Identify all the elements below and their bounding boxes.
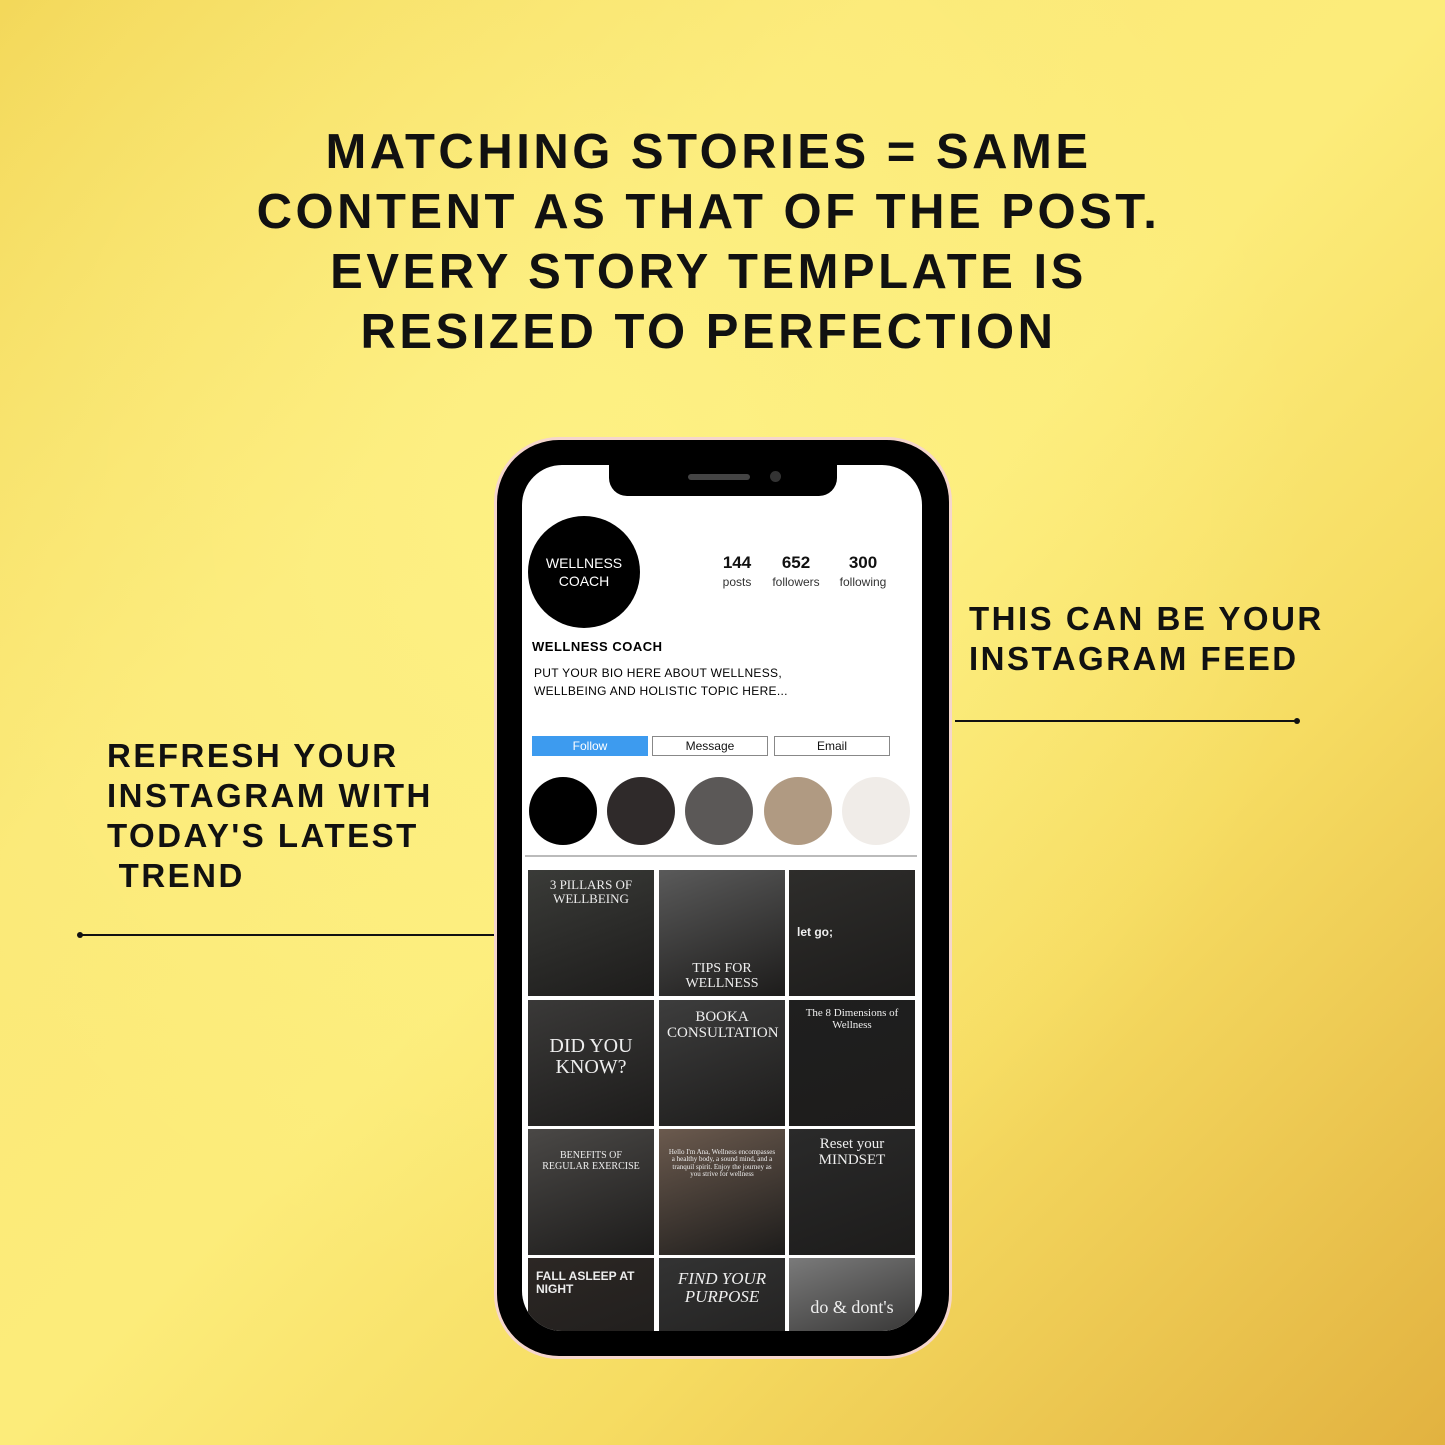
stat-value: 300 (848, 553, 878, 572)
email-button[interactable]: Email (774, 736, 890, 756)
tile-title: TIPS FOR WELLNESS (685, 961, 759, 991)
tile-title: Reset your MINDSET (818, 1136, 886, 1168)
right-pointer-dot (1294, 718, 1300, 724)
avatar-text: COACH (558, 573, 610, 589)
color-swatch[interactable] (842, 777, 910, 845)
tile-title: let go; (797, 925, 833, 939)
feed-post-tile[interactable]: 3 PILLARS OF WELLBEING (528, 870, 654, 996)
tile-title: FIND YOUR PURPOSE (677, 1269, 767, 1306)
tile-title: FALL ASLEEP AT NIGHT (536, 1269, 635, 1296)
stat-label: posts (722, 575, 752, 589)
color-swatch[interactable] (685, 777, 753, 845)
feed-post-tile[interactable]: FIND YOUR PURPOSE (659, 1258, 785, 1331)
feed-post-tile[interactable]: The 8 Dimensions of Wellness (789, 1000, 915, 1126)
stat-followers[interactable]: 652 followers (766, 553, 826, 591)
phone-notch (609, 465, 837, 496)
stat-label: following (839, 575, 887, 589)
tile-title: BOOKA CONSULTATION (667, 1009, 779, 1041)
bio-line: PUT YOUR BIO HERE ABOUT WELLNESS, (534, 666, 782, 680)
color-swatch[interactable] (529, 777, 597, 845)
headline-line: CONTENT AS THAT OF THE POST. (256, 185, 1161, 239)
headline-line: RESIZED TO PERFECTION (360, 305, 1057, 359)
tile-title: The 8 Dimensions of Wellness (805, 1007, 899, 1031)
tile-title: 3 PILLARS OF WELLBEING (549, 877, 633, 906)
feed-post-tile[interactable]: Hello I'm Ana, Wellness encompasses a he… (659, 1129, 785, 1255)
left-callout: REFRESH YOUR INSTAGRAM WITH TODAY'S LATE… (107, 737, 433, 894)
message-button[interactable]: Message (652, 736, 768, 756)
feed-post-tile[interactable]: do & dont's (789, 1258, 915, 1331)
color-swatch[interactable] (607, 777, 675, 845)
divider (525, 855, 917, 857)
feed-post-tile[interactable]: FALL ASLEEP AT NIGHT (528, 1258, 654, 1331)
profile-name: WELLNESS COACH (532, 639, 663, 654)
stat-posts[interactable]: 144 posts (717, 553, 757, 591)
feed-post-tile[interactable]: BENEFITS OF REGULAR EXERCISE (528, 1129, 654, 1255)
stat-value: 144 (722, 553, 752, 572)
left-pointer-dot (77, 932, 83, 938)
instagram-profile-screen: WELLNESS COACH 144 posts 652 followers 300… (522, 465, 922, 1331)
follow-button[interactable]: Follow (532, 736, 648, 756)
stat-value: 652 (781, 553, 811, 572)
tile-title: DID YOU KNOW? (549, 1035, 633, 1078)
profile-bio: PUT YOUR BIO HERE ABOUT WELLNESS, WELLBEI… (534, 664, 788, 700)
right-callout: THIS CAN BE YOUR INSTAGRAM FEED (969, 600, 1324, 677)
headline-line: EVERY STORY TEMPLATE IS (330, 245, 1087, 299)
right-pointer-line (955, 720, 1297, 722)
feed-post-tile[interactable]: BOOKA CONSULTATION (659, 1000, 785, 1126)
bio-line: WELLBEING AND HOLISTIC TOPIC HERE... (534, 684, 788, 698)
feed-post-tile[interactable]: DID YOU KNOW? (528, 1000, 654, 1126)
headline-line: MATCHING STORIES = SAME (325, 125, 1092, 179)
headline: MATCHING STORIES = SAME CONTENT AS THAT … (0, 122, 1445, 362)
phone-mockup: WELLNESS COACH 144 posts 652 followers 300… (497, 440, 949, 1356)
avatar-text: WELLNESS (545, 555, 623, 571)
tile-title: do & dont's (810, 1297, 894, 1317)
avatar[interactable]: WELLNESS COACH (528, 516, 640, 628)
feed-post-tile[interactable]: Reset your MINDSET (789, 1129, 915, 1255)
speaker-icon (688, 474, 750, 480)
tile-title: BENEFITS OF REGULAR EXERCISE (542, 1150, 640, 1172)
feed-post-tile[interactable]: TIPS FOR WELLNESS (659, 870, 785, 996)
tile-title: Hello I'm Ana, Wellness encompasses a he… (668, 1148, 776, 1179)
color-swatch[interactable] (764, 777, 832, 845)
feed-post-tile[interactable]: let go; (789, 870, 915, 996)
camera-icon (770, 471, 781, 482)
stat-label: followers (772, 575, 820, 589)
left-pointer-line (80, 934, 496, 936)
stat-following[interactable]: 300 following (833, 553, 893, 591)
